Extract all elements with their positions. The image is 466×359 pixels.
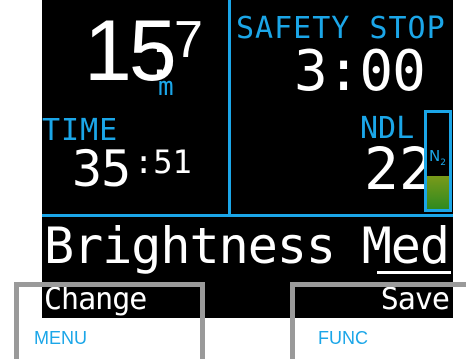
func-button-bracket (290, 282, 466, 359)
menu-button[interactable]: MENU (34, 329, 87, 347)
n2-label: N2 (429, 149, 446, 168)
n2-loading-fill (427, 176, 449, 209)
dive-computer-screen: 15 : 7 m TIME 35 :51 SAFETY STOP 3:00 ND… (42, 0, 453, 318)
time-seconds: :51 (134, 143, 192, 181)
depth-unit: m (158, 72, 174, 102)
menu-value: Med (361, 217, 450, 275)
menu-title: Brightness (44, 217, 336, 275)
safety-stop-countdown: 3:00 (294, 39, 426, 104)
vertical-divider (228, 0, 231, 215)
func-button[interactable]: FUNC (318, 329, 368, 347)
value-underline (377, 271, 451, 274)
time-minutes: 35 (72, 140, 131, 198)
n2-label-text: N (429, 147, 441, 165)
n2-label-subscript: 2 (440, 158, 446, 168)
depth-decimal: 7 (174, 11, 203, 69)
n2-loading-bar: N2 (424, 110, 452, 212)
